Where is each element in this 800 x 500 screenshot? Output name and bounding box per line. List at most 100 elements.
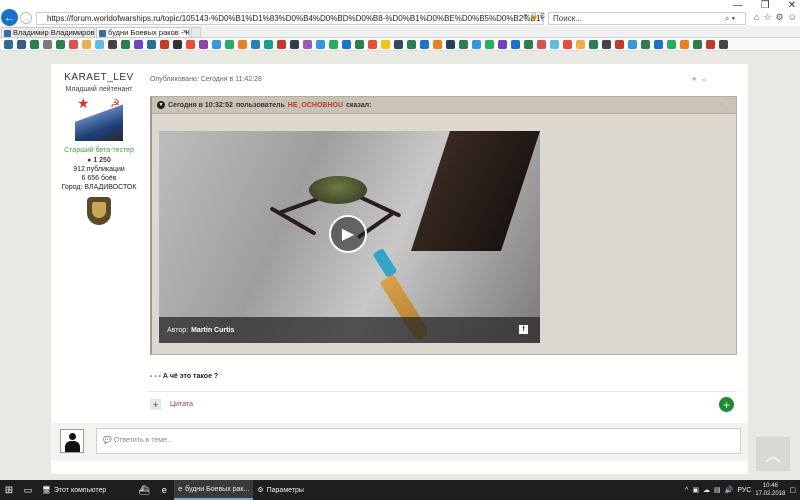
language-indicator[interactable]: РУС: [737, 487, 751, 494]
favorite-icon[interactable]: [121, 39, 130, 49]
favorite-icon[interactable]: [329, 39, 338, 49]
tab-vladimir[interactable]: Владимир Владимирович Ги...: [1, 27, 95, 38]
close-icon[interactable]: ✕: [723, 100, 730, 109]
favorite-icon[interactable]: [303, 39, 312, 49]
favorite-icon[interactable]: [550, 39, 559, 49]
reply-input[interactable]: 💬 Ответить в теме...: [96, 428, 741, 454]
favorite-icon[interactable]: [251, 39, 260, 49]
favorite-icon[interactable]: [719, 39, 728, 49]
network-icon[interactable]: ▤: [714, 486, 721, 494]
search-icon[interactable]: ⌕ ▾: [725, 13, 735, 24]
favorite-icon[interactable]: [17, 39, 26, 49]
favorite-icon[interactable]: [186, 39, 195, 49]
play-icon[interactable]: ▶: [329, 215, 367, 253]
favorite-icon[interactable]: [602, 39, 611, 49]
tab-forum[interactable]: будни Боевых раков - Юм... ×: [96, 27, 190, 38]
favorite-icon[interactable]: [420, 39, 429, 49]
favorite-icon[interactable]: [693, 39, 702, 49]
favorite-icon[interactable]: [147, 39, 156, 49]
windows-start-icon[interactable]: ⊞: [0, 480, 18, 500]
favorite-icon[interactable]: [82, 39, 91, 49]
favorite-icon[interactable]: [381, 39, 390, 49]
taskbar-item-settings[interactable]: ⚙ Параметры: [253, 480, 308, 500]
favorite-icon[interactable]: [108, 39, 117, 49]
clock[interactable]: 10:46 17.02.2018: [755, 482, 785, 498]
gear-icon[interactable]: ⚙: [776, 12, 784, 23]
favorite-icon[interactable]: [537, 39, 546, 49]
star-icon[interactable]: ☆: [763, 12, 771, 23]
avatar[interactable]: ★ ☭: [75, 95, 123, 141]
video-author-name[interactable]: Martin Curtis: [191, 327, 234, 334]
favorite-icon[interactable]: [199, 39, 208, 49]
favorite-icon[interactable]: [225, 39, 234, 49]
favorite-icon[interactable]: [394, 39, 403, 49]
favorite-icon[interactable]: [498, 39, 507, 49]
url-field[interactable]: https://forum.worldofwarships.ru/topic/1…: [36, 12, 544, 25]
favorite-icon[interactable]: [563, 39, 572, 49]
taskbar-item-browser[interactable]: e будни Боевых рак...: [174, 480, 254, 500]
add-reaction-button[interactable]: +: [719, 397, 734, 412]
favorite-icon[interactable]: [342, 39, 351, 49]
favorite-icon[interactable]: [69, 39, 78, 49]
favorite-icon[interactable]: [173, 39, 182, 49]
tray-app-icon[interactable]: ▣: [692, 486, 699, 494]
ie-icon[interactable]: e: [154, 480, 174, 500]
favorite-icon[interactable]: [368, 39, 377, 49]
report-icon[interactable]: ⚑: [691, 76, 697, 84]
favorite-icon[interactable]: [472, 39, 481, 49]
volume-icon[interactable]: 🔊: [725, 486, 734, 494]
favorite-icon[interactable]: [524, 39, 533, 49]
favorite-icon[interactable]: [589, 39, 598, 49]
share-icon[interactable]: ⋖: [701, 76, 707, 84]
ship-app-icon[interactable]: ⛴: [134, 480, 154, 500]
home-icon[interactable]: ⌂: [754, 12, 759, 23]
favorite-icon[interactable]: [615, 39, 624, 49]
author-name[interactable]: KARAET_LEV: [51, 72, 147, 83]
new-tab-button[interactable]: [191, 27, 201, 38]
favorite-icon[interactable]: [459, 39, 468, 49]
scroll-to-top-button[interactable]: ︿: [756, 437, 790, 471]
multiquote-button[interactable]: +: [150, 399, 161, 410]
favorite-icon[interactable]: [446, 39, 455, 49]
facebook-icon[interactable]: f: [519, 325, 528, 334]
tray-chevron-icon[interactable]: ^: [685, 487, 688, 494]
favorite-icon[interactable]: [4, 39, 13, 49]
favorite-icon[interactable]: [511, 39, 520, 49]
task-view-icon[interactable]: ▭: [18, 480, 38, 500]
back-button[interactable]: ←: [1, 9, 18, 26]
onedrive-icon[interactable]: ☁: [703, 486, 710, 494]
favorite-icon[interactable]: [134, 39, 143, 49]
favorite-icon[interactable]: [160, 39, 169, 49]
favorite-icon[interactable]: [264, 39, 273, 49]
forward-button[interactable]: →: [20, 12, 32, 24]
favorite-icon[interactable]: [212, 39, 221, 49]
clan-badge-icon[interactable]: [87, 197, 111, 225]
favorite-icon[interactable]: [485, 39, 494, 49]
search-input[interactable]: Поиск... ⌕ ▾: [548, 12, 746, 25]
favorite-icon[interactable]: [706, 39, 715, 49]
favorite-icon[interactable]: [576, 39, 585, 49]
favorite-icon[interactable]: [290, 39, 299, 49]
favorite-icon[interactable]: [43, 39, 52, 49]
favorite-icon[interactable]: [628, 39, 637, 49]
notifications-icon[interactable]: ▢: [789, 486, 796, 494]
favorite-icon[interactable]: [641, 39, 650, 49]
video-player[interactable]: ▶ Автор: Martin Curtis f: [159, 131, 540, 343]
favorite-icon[interactable]: [30, 39, 39, 49]
quote-button[interactable]: Цитата: [170, 401, 193, 408]
favorite-icon[interactable]: [407, 39, 416, 49]
favorite-icon[interactable]: [355, 39, 364, 49]
close-tab-icon[interactable]: ×: [183, 28, 187, 37]
favorite-icon[interactable]: [277, 39, 286, 49]
url-controls[interactable]: ▾ 🔒 C: [524, 12, 545, 20]
favorite-icon[interactable]: [680, 39, 689, 49]
collapse-icon[interactable]: ▼: [157, 101, 165, 109]
favorite-icon[interactable]: [654, 39, 663, 49]
quote-user[interactable]: HE_OCHOBHOU: [288, 102, 343, 109]
favorite-icon[interactable]: [56, 39, 65, 49]
favorite-icon[interactable]: [238, 39, 247, 49]
favorite-icon[interactable]: [667, 39, 676, 49]
favorite-icon[interactable]: [433, 39, 442, 49]
taskbar-item-this-pc[interactable]: 🖥 Этот компьютер: [38, 480, 110, 500]
favorite-icon[interactable]: [95, 39, 104, 49]
